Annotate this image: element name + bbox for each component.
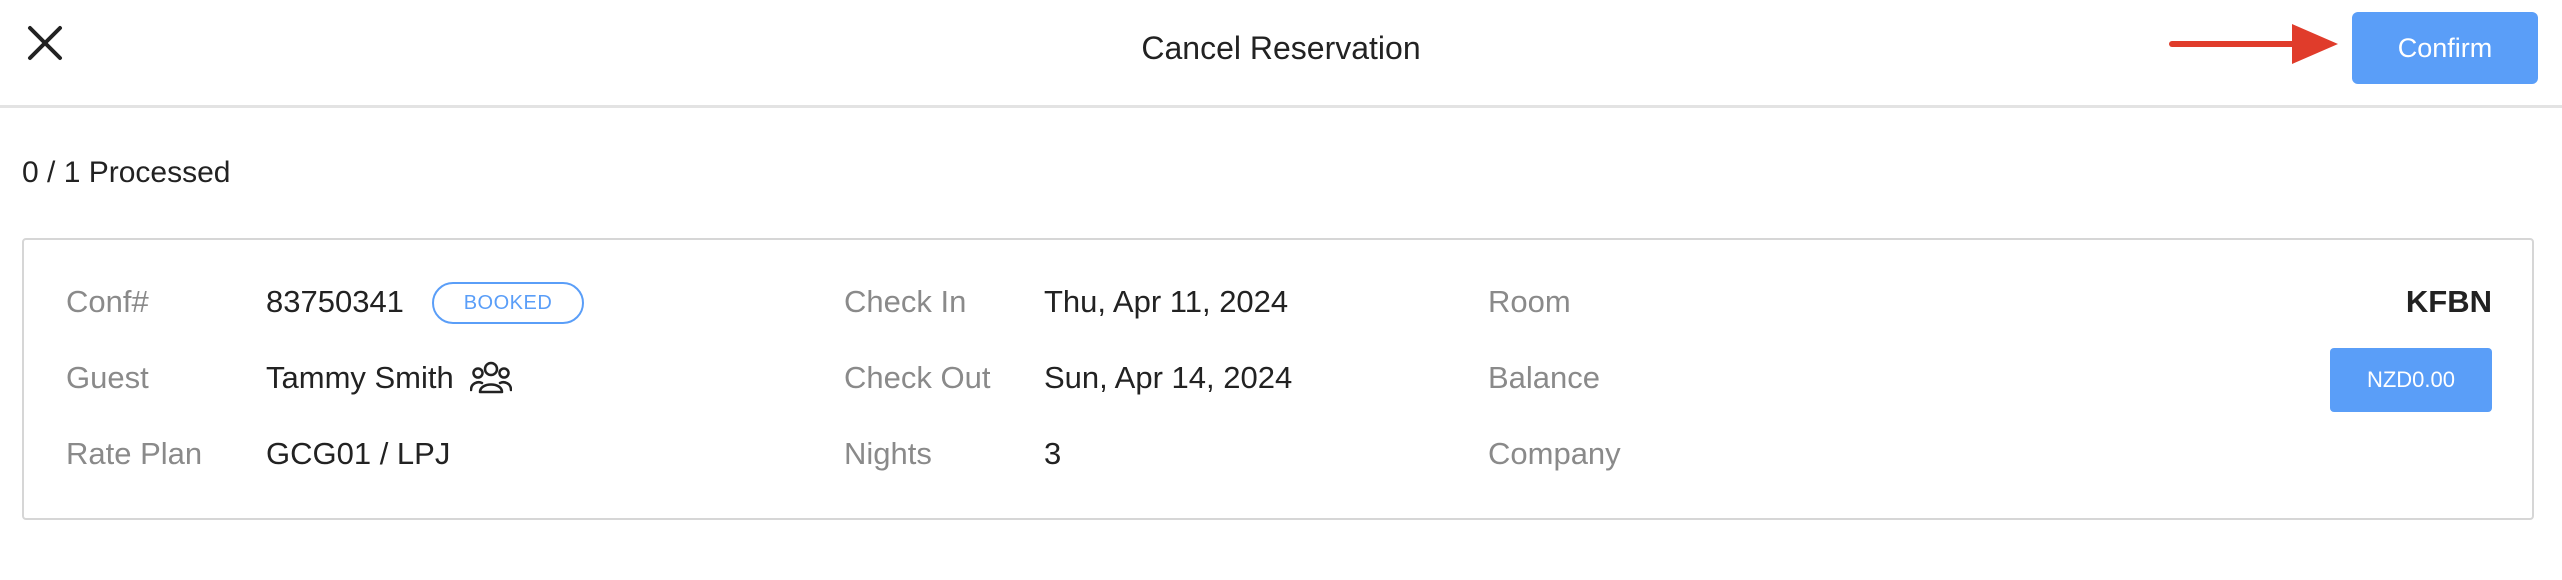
- company-label: Company: [1488, 436, 1621, 471]
- nights-value: 3: [1044, 436, 1062, 471]
- conf-value: 83750341: [266, 284, 404, 319]
- status-badge: BOOKED: [432, 282, 584, 324]
- reservation-card: Conf# 83750341 BOOKED Guest Tammy Smith …: [22, 238, 2534, 520]
- check-in-value: Thu, Apr 11, 2024: [1044, 284, 1289, 319]
- room-value: KFBN: [2405, 284, 2492, 319]
- conf-label: Conf#: [66, 284, 149, 319]
- group-icon[interactable]: [470, 360, 512, 396]
- nights-label: Nights: [844, 436, 932, 471]
- processed-count: 0 / 1 Processed: [22, 156, 231, 189]
- header-bar: Cancel Reservation Confirm: [0, 0, 2562, 108]
- check-out-value: Sun, Apr 14, 2024: [1044, 360, 1293, 395]
- room-label: Room: [1488, 284, 1571, 319]
- balance-button[interactable]: NZD0.00: [2330, 348, 2492, 412]
- balance-label: Balance: [1488, 360, 1601, 395]
- rate-plan-label: Rate Plan: [66, 436, 203, 471]
- rate-plan-value: GCG01 / LPJ: [266, 436, 451, 471]
- check-out-label: Check Out: [844, 360, 991, 395]
- guest-label: Guest: [66, 360, 149, 395]
- annotation-arrow-icon: [2169, 24, 2338, 64]
- guest-value[interactable]: Tammy Smith: [266, 360, 454, 396]
- confirm-button[interactable]: Confirm: [2352, 12, 2538, 84]
- check-in-label: Check In: [844, 284, 967, 319]
